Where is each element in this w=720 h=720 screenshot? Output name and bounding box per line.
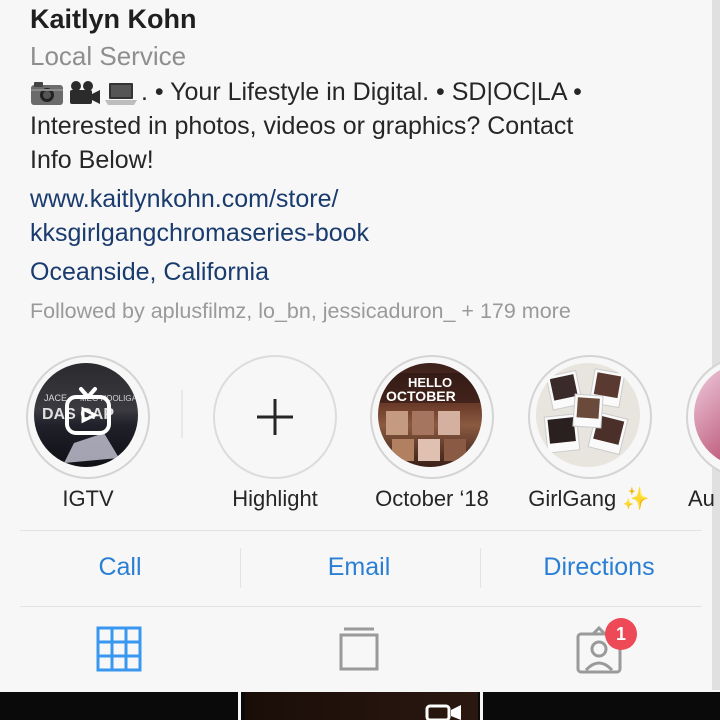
laptop-icon (104, 80, 138, 106)
highlight-girlgang[interactable] (528, 355, 652, 479)
camera-icon (30, 80, 64, 106)
divider (20, 606, 702, 607)
highlight-girlgang-cover (536, 363, 640, 467)
svg-text:OCTOBER: OCTOBER (386, 388, 456, 404)
bio-line-1: . • Your Lifestyle in Digital. • SD|OC|L… (30, 78, 582, 107)
highlight-divider (181, 390, 183, 438)
highlight-october[interactable]: HELLO OCTOBER (370, 355, 494, 479)
video-camera-icon (67, 80, 101, 106)
divider (480, 548, 481, 588)
highlight-new[interactable] (213, 355, 337, 479)
bio-line-2: Interested in photos, videos or graphics… (30, 112, 574, 140)
location-link[interactable]: Oceanside, California (30, 258, 269, 287)
highlight-label-igtv: IGTV (62, 486, 114, 511)
tab-grid[interactable] (96, 626, 142, 677)
divider (240, 548, 241, 588)
website-link[interactable]: www.kaitlynkohn.com/store/ (30, 185, 338, 214)
highlight-label-new: Highlight (232, 486, 318, 511)
highlight-label-partial: Au (688, 486, 715, 511)
notification-badge: 1 (605, 618, 637, 650)
plus-icon (257, 399, 293, 435)
tv-icon (339, 627, 379, 671)
highlight-october-cover: HELLO OCTOBER (378, 363, 482, 467)
highlight-partial[interactable] (686, 355, 720, 479)
profile-name: Kaitlyn Kohn (30, 4, 197, 34)
email-button[interactable]: Email (259, 553, 459, 582)
followed-by-text[interactable]: Followed by aplusfilmz, lo_bn, jessicadu… (30, 299, 571, 324)
bio-line-3: Info Below! (30, 146, 154, 174)
highlight-label-october: October ‘18 (375, 486, 489, 511)
directions-button[interactable]: Directions (499, 553, 699, 582)
highlight-igtv[interactable]: JACE MEG HOOLIGAN DAS CAP (26, 355, 150, 479)
post-grid-preview[interactable] (0, 692, 720, 720)
tab-igtv[interactable] (338, 626, 380, 677)
profile-category: Local Service (30, 41, 187, 71)
grid-icon (96, 626, 142, 672)
highlight-label-girlgang: GirlGang ✨ (528, 486, 650, 511)
bio-text-1: . • Your Lifestyle in Digital. • SD|OC|L… (141, 78, 582, 106)
divider (20, 530, 702, 531)
scrollbar[interactable] (712, 0, 720, 690)
website-link-continued[interactable]: kksgirlgangchromaseries-book (30, 219, 369, 248)
igtv-icon (65, 387, 111, 435)
call-button[interactable]: Call (20, 553, 220, 582)
video-icon (425, 704, 461, 720)
